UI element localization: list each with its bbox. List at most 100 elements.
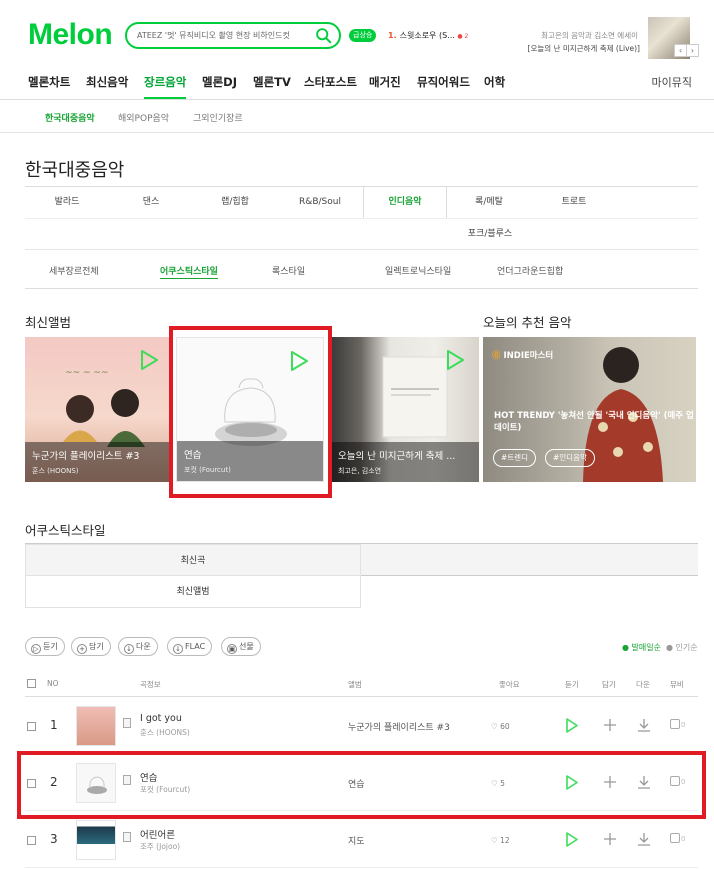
plus-icon[interactable] bbox=[602, 774, 618, 790]
trending-rank: 1. bbox=[388, 31, 397, 40]
play-icon[interactable] bbox=[289, 350, 309, 372]
album-artist[interactable]: 훈스 (HOONS) bbox=[32, 466, 166, 476]
row-like-button[interactable]: ♡ 60 bbox=[491, 722, 510, 731]
row-like-button[interactable]: ♡ 12 bbox=[491, 836, 510, 845]
nav-music-award[interactable]: 뮤직어워드 bbox=[417, 74, 470, 90]
nav-melon-dj[interactable]: 멜론DJ bbox=[202, 74, 237, 90]
mv-button[interactable]: 0 bbox=[670, 719, 685, 729]
row-artist[interactable]: 훈스 (HOONS) bbox=[140, 727, 190, 738]
sort-release[interactable]: ● 발매일순 bbox=[622, 642, 661, 653]
style-underground-hiphop[interactable]: 언더그라운드힙합 bbox=[497, 264, 563, 277]
play-icon[interactable] bbox=[139, 349, 159, 371]
row-album-thumb[interactable] bbox=[76, 820, 116, 860]
row-checkbox[interactable] bbox=[27, 779, 36, 788]
row-song-title[interactable]: I got you bbox=[140, 713, 182, 724]
table-row: 3 어린어른 조주 (Jojoo) 지도 ♡ 12 0 bbox=[25, 812, 698, 868]
download-icon[interactable] bbox=[636, 831, 652, 847]
row-album[interactable]: 누군가의 플레이리스트 #3 bbox=[348, 720, 450, 733]
add-button[interactable]: + 담기 bbox=[71, 637, 111, 656]
listen-button[interactable]: ▷ 듣기 bbox=[25, 637, 65, 656]
row-song-title[interactable]: 어린어른 bbox=[140, 827, 175, 841]
promo-next-button[interactable]: › bbox=[686, 44, 699, 57]
trending-badge: 급상승 bbox=[349, 29, 377, 42]
tab-latest-songs[interactable]: 최신곡 bbox=[25, 544, 361, 576]
song-info-icon[interactable] bbox=[123, 832, 131, 842]
recommend-banner[interactable]: ⓪ INDIE마스터 HOT TRENDY '놓쳐선 안될 '국내 인디음악' … bbox=[483, 337, 696, 482]
play-icon[interactable] bbox=[565, 718, 579, 733]
subnav-pop[interactable]: 해외POP음악 bbox=[118, 111, 169, 124]
search-input[interactable] bbox=[137, 27, 309, 44]
row-album-thumb[interactable] bbox=[76, 763, 116, 803]
melon-logo[interactable]: Melon bbox=[28, 18, 113, 52]
nav-language[interactable]: 어학 bbox=[484, 74, 505, 90]
tag-trendy[interactable]: #트렌디 bbox=[493, 449, 536, 467]
sort-popular[interactable]: ● 인기순 bbox=[666, 642, 698, 653]
promo-title[interactable]: [오늘의 난 미지근하게 축제 (Live)] bbox=[505, 43, 640, 54]
row-like-button[interactable]: ♡ 5 bbox=[491, 779, 505, 788]
genre-rnb[interactable]: R&B/Soul bbox=[277, 187, 363, 218]
nav-magazine[interactable]: 매거진 bbox=[369, 74, 401, 90]
genre-indie[interactable]: 인디음악 bbox=[363, 187, 447, 219]
album-artist[interactable]: 최고은, 김소연 bbox=[338, 466, 472, 476]
album-title[interactable]: 연습 bbox=[184, 447, 316, 461]
genre-rock[interactable]: 록/메탈 bbox=[447, 187, 531, 218]
tag-indie[interactable]: #인디음악 bbox=[545, 449, 595, 467]
nav-star-post[interactable]: 스타포스트 bbox=[304, 74, 357, 90]
mv-button[interactable]: 0 bbox=[670, 776, 685, 786]
nav-genre[interactable]: 장르음악 bbox=[144, 74, 187, 99]
row-song-title[interactable]: 연습 bbox=[140, 770, 157, 784]
col-song: 곡정보 bbox=[140, 680, 161, 689]
nav-new-music[interactable]: 최신음악 bbox=[86, 74, 128, 90]
mv-button[interactable]: 0 bbox=[670, 833, 685, 843]
style-electronic[interactable]: 일렉트로닉스타일 bbox=[385, 264, 451, 277]
plus-icon[interactable] bbox=[602, 717, 618, 733]
nav-chart[interactable]: 멜론차트 bbox=[28, 74, 70, 90]
style-acoustic[interactable]: 어쿠스틱스타일 bbox=[160, 264, 218, 279]
play-icon[interactable] bbox=[565, 775, 579, 790]
row-artist[interactable]: 조주 (Jojoo) bbox=[140, 841, 180, 852]
song-info-icon[interactable] bbox=[123, 718, 131, 728]
gift-button[interactable]: ▣ 선물 bbox=[221, 637, 261, 656]
album-artist[interactable]: 포컷 (Fourcut) bbox=[184, 465, 316, 475]
row-checkbox[interactable] bbox=[27, 722, 36, 731]
search-box[interactable] bbox=[125, 22, 341, 49]
subnav-other[interactable]: 그외인기장르 bbox=[193, 111, 243, 124]
col-download: 다운 bbox=[636, 680, 650, 689]
search-icon[interactable] bbox=[315, 27, 332, 44]
album-title[interactable]: 오늘의 난 미지근하게 축제 ... bbox=[338, 448, 472, 462]
genre-dance[interactable]: 댄스 bbox=[109, 187, 193, 218]
badge-pin-icon: ⓪ bbox=[492, 351, 501, 361]
album-card[interactable]: 연습 포컷 (Fourcut) bbox=[176, 337, 324, 482]
promo-subtitle[interactable]: 최고은의 음악과 김소연 에세이 bbox=[520, 30, 638, 41]
recommend-headline[interactable]: HOT TRENDY '놓쳐선 안될 '국내 인디음악' (매주 업데이트) bbox=[494, 410, 694, 434]
flac-button[interactable]: ↓ FLAC bbox=[167, 637, 213, 656]
style-rock[interactable]: 록스타일 bbox=[272, 264, 305, 277]
nav-melon-tv[interactable]: 멜론TV bbox=[253, 74, 291, 90]
genre-trot[interactable]: 트로트 bbox=[531, 187, 617, 218]
style-all[interactable]: 세부장르전체 bbox=[49, 264, 99, 277]
play-icon[interactable] bbox=[445, 349, 465, 371]
genre-hiphop[interactable]: 랩/힙합 bbox=[193, 187, 277, 218]
album-title[interactable]: 누군가의 플레이리스트 #3 bbox=[32, 448, 166, 462]
trending-keyword[interactable]: 1. 스윗소로우 (S... ● 2 bbox=[388, 30, 468, 41]
play-icon[interactable] bbox=[565, 832, 579, 847]
row-album[interactable]: 연습 bbox=[348, 777, 365, 790]
album-card[interactable]: 오늘의 난 미지근하게 축제 ... 최고은, 김소연 bbox=[331, 337, 479, 482]
album-card[interactable]: ~~ ~ ~~ 누군가의 플레이리스트 #3 훈스 (HOONS) bbox=[25, 337, 173, 482]
genre-folk[interactable]: 포크/블루스 bbox=[447, 219, 533, 250]
genre-ballad[interactable]: 발라드 bbox=[25, 187, 109, 218]
tab-latest-albums[interactable]: 최신앨범 bbox=[25, 576, 361, 608]
select-all-checkbox[interactable] bbox=[27, 679, 36, 688]
acoustic-tabs: 최신곡 최신앨범 bbox=[25, 543, 698, 608]
row-checkbox[interactable] bbox=[27, 836, 36, 845]
download-icon[interactable] bbox=[636, 774, 652, 790]
song-info-icon[interactable] bbox=[123, 775, 131, 785]
download-button[interactable]: ↓ 다운 bbox=[118, 637, 158, 656]
row-album[interactable]: 지도 bbox=[348, 834, 365, 847]
row-artist[interactable]: 포컷 (Fourcut) bbox=[140, 784, 190, 795]
subnav-korean[interactable]: 한국대중음악 bbox=[45, 111, 95, 124]
row-album-thumb[interactable] bbox=[76, 706, 116, 746]
download-icon[interactable] bbox=[636, 717, 652, 733]
nav-my-music[interactable]: 마이뮤직 bbox=[652, 74, 692, 90]
plus-icon[interactable] bbox=[602, 831, 618, 847]
